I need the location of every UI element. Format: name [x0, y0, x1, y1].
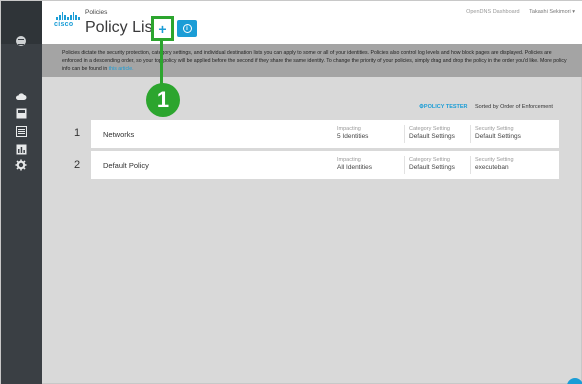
security-label: Security Setting: [475, 157, 514, 163]
security-label: Security Setting: [475, 126, 514, 132]
help-chat-button[interactable]: [567, 378, 582, 384]
category-value: Default Settings: [409, 164, 455, 171]
gear-icon[interactable]: [14, 159, 28, 171]
user-menu[interactable]: Takashi Sekimori ▾: [529, 9, 575, 15]
category-label: Category Setting: [409, 157, 450, 163]
impacting-column: Impacting All Identities: [337, 156, 372, 172]
column-divider: [470, 125, 471, 143]
security-value: Default Settings: [475, 133, 521, 140]
impacting-value: 5 Identities: [337, 133, 369, 140]
impacting-label: Impacting: [337, 126, 361, 132]
category-label: Category Setting: [409, 126, 450, 132]
callout-connector: [160, 41, 163, 84]
policy-tester-link[interactable]: ⚙POLICY TESTER: [419, 104, 468, 110]
category-column: Category Setting Default Settings: [409, 156, 455, 172]
policy-description: Policies dictate the security protection…: [42, 44, 582, 77]
security-column: Security Setting executeban: [475, 156, 514, 172]
impacting-column: Impacting 5 Identities: [337, 125, 368, 141]
impacting-value: All Identities: [337, 164, 373, 171]
logo-word: cisco: [54, 21, 74, 28]
policy-order-number: 2: [74, 159, 81, 171]
info-icon: i: [182, 24, 192, 33]
description-text: Policies dictate the security protection…: [62, 50, 567, 72]
policy-row[interactable]: Networks Impacting 5 Identities Category…: [91, 120, 559, 148]
report-icon[interactable]: [14, 107, 28, 119]
policy-name[interactable]: Networks: [103, 130, 134, 139]
impacting-label: Impacting: [337, 157, 361, 163]
policy-row[interactable]: Default Policy Impacting All Identities …: [91, 151, 559, 179]
menu-icon[interactable]: [16, 36, 26, 46]
column-divider: [404, 125, 405, 143]
dashboard-link[interactable]: OpenDNS Dashboard: [466, 9, 520, 15]
chart-icon[interactable]: [14, 143, 28, 155]
category-value: Default Settings: [409, 133, 455, 140]
breadcrumb[interactable]: Policies: [85, 9, 107, 16]
list-icon[interactable]: [14, 125, 28, 137]
page-header: cisco Policies Policy List + i OpenDNS D…: [42, 1, 582, 44]
callout-step-badge: 1: [146, 83, 180, 117]
top-right-links: OpenDNS Dashboard Takashi Sekimori ▾: [466, 9, 575, 15]
app-frame: cisco Policies Policy List + i OpenDNS D…: [0, 0, 582, 384]
column-divider: [404, 156, 405, 174]
column-divider: [470, 156, 471, 174]
policy-order-number: 1: [74, 127, 81, 139]
page-title: Policy List: [85, 19, 158, 36]
cloud-icon[interactable]: [14, 91, 28, 103]
sort-label: Sorted by Order of Enforcement: [475, 104, 553, 110]
security-column: Security Setting Default Settings: [475, 125, 521, 141]
security-value: executeban: [475, 164, 509, 171]
category-column: Category Setting Default Settings: [409, 125, 455, 141]
info-button[interactable]: i: [177, 20, 197, 37]
cisco-logo: cisco: [54, 12, 81, 34]
sidebar: [1, 1, 42, 384]
article-link[interactable]: this article.: [109, 66, 134, 72]
callout-highlight-box: [151, 16, 174, 41]
policy-name[interactable]: Default Policy: [103, 161, 149, 170]
